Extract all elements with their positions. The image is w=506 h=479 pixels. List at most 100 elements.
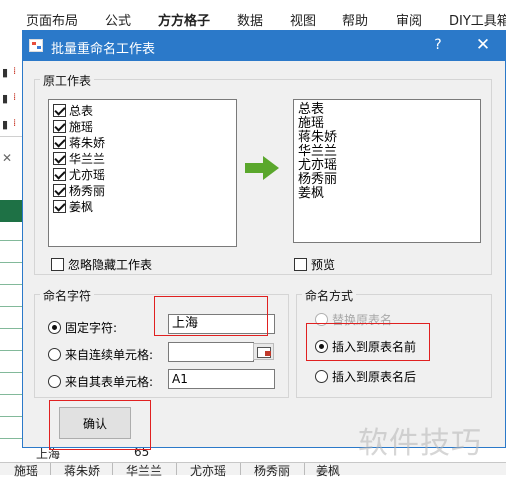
original-sheets-label: 原工作表 (40, 72, 95, 89)
grid-line (0, 394, 22, 395)
grid-line (0, 328, 22, 329)
from-continuous-label: 来自连续单元格: (65, 348, 154, 362)
rename-sheets-dialog: 批量重命名工作表 ? ✕ 原工作表 总表 施瑶 蒋朱娇 华兰兰 尤亦瑶 杨秀丽 … (22, 30, 506, 450)
sheet-name: 姜枫 (69, 199, 94, 214)
range-picker-icon[interactable] (253, 343, 274, 360)
ribbon-divider (0, 136, 22, 137)
excel-header-band (0, 200, 22, 222)
tab-separator (176, 463, 177, 475)
naming-mode-label: 命名方式 (302, 287, 357, 304)
ribbon-tool-icon: ⁞ (13, 66, 17, 77)
fixed-chars-label: 固定字符: (65, 321, 118, 335)
from-other-label: 来自其表单元格: (65, 375, 154, 389)
close-button[interactable]: ✕ (473, 35, 493, 55)
sheet-name: 尤亦瑶 (69, 167, 106, 182)
checkbox[interactable] (53, 167, 66, 181)
radio-button[interactable] (48, 375, 61, 388)
excel-ribbon-tabs: 页面布局 公式 方方格子 数据 视图 帮助 审阅 DIY工具箱 (0, 0, 506, 34)
preview-item: 杨秀丽 (298, 172, 338, 187)
checkbox[interactable] (51, 258, 64, 271)
fixed-chars-radio[interactable]: 固定字符: (48, 319, 117, 336)
grid-line (0, 284, 22, 285)
sheet-tab[interactable]: 施瑶 (14, 462, 38, 479)
grid-line (0, 416, 22, 417)
preview-item: 蒋朱娇 (298, 130, 338, 145)
ribbon-tab-formulas[interactable]: 公式 (105, 10, 131, 29)
tab-separator (112, 463, 113, 475)
grid-line (0, 306, 22, 307)
ribbon-tab-help[interactable]: 帮助 (342, 10, 368, 29)
grid-line (0, 240, 22, 241)
preview-item: 华兰兰 (298, 144, 338, 159)
sheet-name: 施瑶 (69, 119, 94, 134)
help-button[interactable]: ? (430, 37, 446, 53)
sheet-name: 蒋朱娇 (69, 135, 106, 150)
preview-checkbox[interactable]: 预览 (294, 256, 335, 273)
sheet-name: 华兰兰 (69, 151, 106, 166)
ribbon-tool-icon: ⁞ (13, 92, 17, 103)
highlight-box (306, 323, 430, 361)
source-sheet-list[interactable]: 总表 施瑶 蒋朱娇 华兰兰 尤亦瑶 杨秀丽 姜枫 (48, 99, 237, 247)
preview-item: 施瑶 (298, 116, 325, 131)
sheet-name: 杨秀丽 (69, 183, 106, 198)
close-icon[interactable]: ✕ (2, 151, 12, 165)
radio-button[interactable] (315, 370, 328, 383)
sheet-checkbox-row[interactable]: 总表 (53, 102, 93, 118)
sheet-checkbox-row[interactable]: 杨秀丽 (53, 182, 105, 198)
dialog-titlebar[interactable]: 批量重命名工作表 ? ✕ (23, 31, 505, 61)
checkbox[interactable] (53, 151, 66, 165)
app-icon (29, 39, 43, 52)
ribbon-tab-review[interactable]: 审阅 (396, 10, 422, 29)
tab-separator (50, 463, 51, 475)
checkbox[interactable] (53, 199, 66, 213)
mode-insert-after-label: 插入到原表名后 (332, 370, 417, 384)
sheet-checkbox-row[interactable]: 施瑶 (53, 118, 93, 134)
from-continuous-radio[interactable]: 来自连续单元格: (48, 346, 153, 363)
grid-line (0, 350, 22, 351)
ribbon-tab-diy[interactable]: DIY工具箱 (449, 10, 506, 29)
radio-button[interactable] (48, 348, 61, 361)
preview-list[interactable]: 总表 施瑶 蒋朱娇 华兰兰 尤亦瑶 杨秀丽 姜枫 (293, 99, 481, 243)
tab-separator (240, 463, 241, 475)
tab-separator (304, 463, 305, 475)
highlight-box (154, 296, 268, 336)
sheet-name: 总表 (69, 103, 94, 118)
grid-line (0, 438, 22, 439)
sheet-checkbox-row[interactable]: 蒋朱娇 (53, 134, 105, 150)
preview-item: 尤亦瑶 (298, 158, 338, 173)
mode-insert-after-radio[interactable]: 插入到原表名后 (315, 368, 416, 385)
ribbon-tab-data[interactable]: 数据 (237, 10, 263, 29)
checkbox[interactable] (53, 183, 66, 197)
ribbon-tab-page-layout[interactable]: 页面布局 (26, 10, 78, 29)
preview-item: 姜枫 (298, 186, 325, 201)
sheet-checkbox-row[interactable]: 姜枫 (53, 198, 93, 214)
from-other-radio[interactable]: 来自其表单元格: (48, 373, 153, 390)
continuous-cell-input[interactable] (168, 342, 254, 362)
other-cell-input[interactable]: A1 (168, 369, 275, 389)
checkbox[interactable] (53, 135, 66, 149)
checkbox[interactable] (294, 258, 307, 271)
highlight-box (49, 400, 151, 450)
ignore-hidden-label: 忽略隐藏工作表 (68, 258, 153, 272)
arrow-right-icon (245, 156, 279, 180)
checkbox[interactable] (53, 119, 66, 133)
checkbox[interactable] (53, 103, 66, 117)
watermark: 软件技巧 (358, 426, 482, 461)
grid-line (0, 372, 22, 373)
dialog-title: 批量重命名工作表 (51, 42, 156, 57)
radio-button[interactable] (48, 321, 61, 334)
preview-item: 总表 (298, 102, 325, 117)
ribbon-tab-view[interactable]: 视图 (290, 10, 316, 29)
excel-ribbon-body: ▮ ⁞ ▮ ⁞ ▮ ⁞ (0, 34, 22, 134)
sheet-tab[interactable]: 蒋朱娇 (64, 462, 100, 479)
sheet-tab[interactable]: 姜枫 (316, 462, 340, 479)
ribbon-tab-fangfang[interactable]: 方方格子 (158, 10, 210, 29)
sheet-checkbox-row[interactable]: 尤亦瑶 (53, 166, 105, 182)
sheet-checkbox-row[interactable]: 华兰兰 (53, 150, 105, 166)
sheet-tab[interactable]: 华兰兰 (126, 462, 162, 479)
ignore-hidden-checkbox[interactable]: 忽略隐藏工作表 (51, 256, 152, 273)
grid-line (0, 262, 22, 263)
ribbon-tool-icon: ⁞ (13, 118, 17, 129)
sheet-tab[interactable]: 尤亦瑶 (190, 462, 226, 479)
sheet-tab[interactable]: 杨秀丽 (254, 462, 290, 479)
